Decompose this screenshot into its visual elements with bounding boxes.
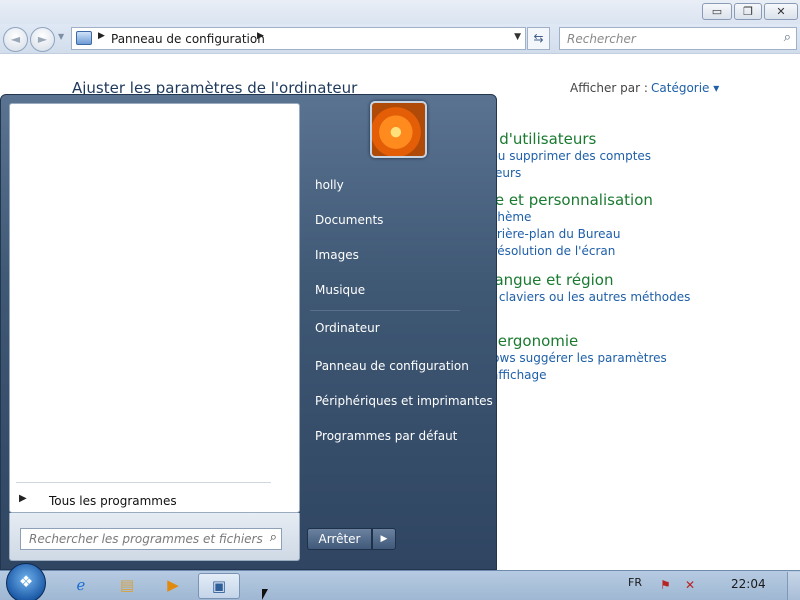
all-programs-button[interactable]: Tous les programmes <box>49 494 177 508</box>
internet-explorer-icon: ℯ <box>76 576 86 594</box>
address-dropdown-icon[interactable]: ▼ <box>514 32 521 42</box>
user-picture[interactable] <box>370 101 427 158</box>
forward-arrow-icon: ► <box>37 32 48 46</box>
start-search-placeholder: Rechercher les programmes et fichiers <box>29 532 263 546</box>
language-indicator[interactable]: FR <box>628 576 642 589</box>
forward-button[interactable]: ► <box>30 27 55 52</box>
breadcrumb-control-panel[interactable]: Panneau de configuration <box>111 32 265 46</box>
view-by-label: Afficher par : <box>570 81 648 95</box>
breadcrumb-chevron-icon[interactable]: ▶ <box>98 31 105 41</box>
media-player-icon: ▶ <box>167 576 179 594</box>
taskbar-control-panel[interactable]: ▣ <box>198 573 240 599</box>
window-titlebar: ▭ ❐ ✕ <box>0 0 800 24</box>
control-panel-icon <box>76 31 92 45</box>
start-link-default-programs[interactable]: Programmes par défaut <box>315 429 457 443</box>
programs-list <box>9 103 300 513</box>
search-placeholder: Rechercher <box>567 32 636 46</box>
breadcrumb-chevron-icon[interactable]: ▶ <box>257 31 264 41</box>
taskbar-windows-explorer[interactable]: ▤ <box>108 573 146 599</box>
close-button[interactable]: ✕ <box>764 3 798 20</box>
minimize-icon: ▭ <box>711 5 723 18</box>
restore-button[interactable]: ❐ <box>734 3 762 20</box>
start-link-music[interactable]: Musique <box>315 283 365 297</box>
minimize-button[interactable]: ▭ <box>702 3 732 20</box>
start-link-control-panel[interactable]: Panneau de configuration <box>315 359 469 373</box>
start-button[interactable]: ❖ <box>6 563 46 600</box>
navigation-bar: ◄ ► ▼ ▶ Panneau de configuration ▶ ▼ ⇆ R… <box>0 24 800 54</box>
folder-icon: ▤ <box>119 576 135 594</box>
divider <box>16 482 271 483</box>
view-by-dropdown[interactable]: Catégorie ▾ <box>651 81 719 95</box>
search-input[interactable]: Rechercher ⌕ <box>559 27 797 50</box>
chevron-right-icon: ▶ <box>380 534 388 544</box>
recent-pages-dropdown[interactable]: ▼ <box>58 32 64 41</box>
refresh-button[interactable]: ⇆ <box>527 27 550 50</box>
back-button[interactable]: ◄ <box>3 27 28 52</box>
control-panel-icon: ▣ <box>211 577 227 595</box>
all-programs-arrow-icon[interactable]: ▶ <box>19 493 27 504</box>
search-icon[interactable]: ⌕ <box>270 530 277 545</box>
restore-icon: ❐ <box>743 5 753 18</box>
divider <box>310 310 460 311</box>
shutdown-button[interactable]: Arrêter <box>307 528 372 550</box>
windows-logo-icon: ❖ <box>18 572 34 591</box>
mouse-cursor-icon <box>262 589 268 600</box>
start-link-user[interactable]: holly <box>315 178 344 192</box>
close-icon: ✕ <box>776 5 786 18</box>
start-link-devices-printers[interactable]: Périphériques et imprimantes <box>315 394 493 408</box>
taskbar-media-player[interactable]: ▶ <box>154 573 192 599</box>
start-search-input[interactable]: Rechercher les programmes et fichiers ⌕ <box>20 528 282 550</box>
search-icon[interactable]: ⌕ <box>784 30 791 45</box>
back-arrow-icon: ◄ <box>10 32 21 46</box>
show-desktop-button[interactable] <box>787 572 800 600</box>
refresh-icon: ⇆ <box>533 31 544 45</box>
volume-muted-icon[interactable]: ✕ <box>685 578 695 592</box>
address-bar[interactable]: ▶ Panneau de configuration ▶ ▼ <box>71 27 526 50</box>
action-center-icon[interactable]: ⚑ <box>660 578 671 592</box>
clock[interactable]: 22:04 <box>731 577 766 591</box>
shutdown-options-button[interactable]: ▶ <box>372 528 396 550</box>
taskbar-internet-explorer[interactable]: ℯ <box>62 573 100 599</box>
start-link-computer[interactable]: Ordinateur <box>315 321 380 335</box>
start-link-images[interactable]: Images <box>315 248 359 262</box>
start-link-documents[interactable]: Documents <box>315 213 383 227</box>
